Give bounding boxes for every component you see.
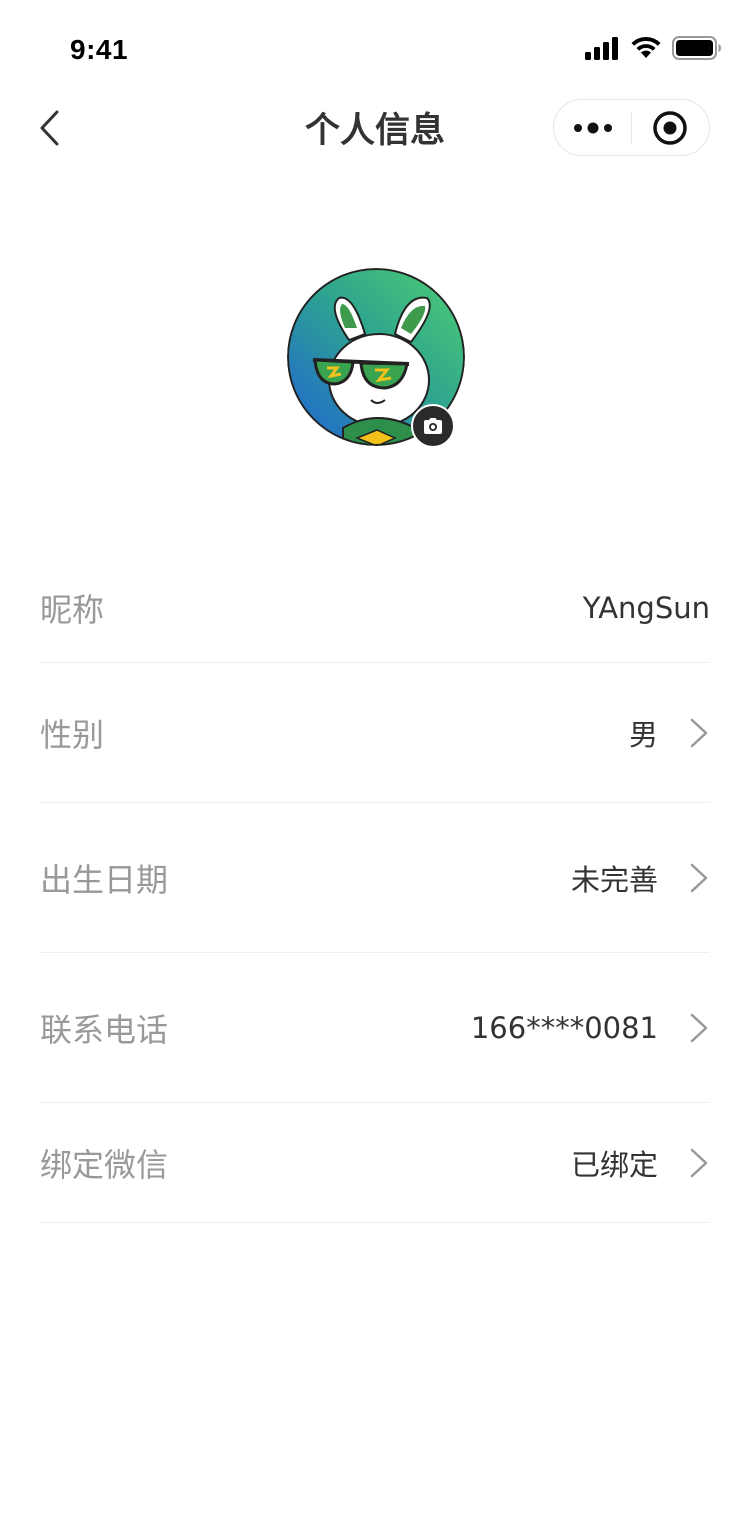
chevron-right-icon [690, 1013, 708, 1042]
status-icons [584, 34, 722, 62]
chevron-right-icon [690, 1148, 708, 1177]
nickname-label: 昵称 [40, 591, 105, 629]
more-dots-icon [573, 122, 612, 133]
gender-value: 男 [628, 717, 658, 752]
gender-row[interactable]: 性别 男 [40, 663, 710, 803]
camera-badge[interactable] [411, 404, 455, 448]
phone-value: 166****0081 [470, 1010, 658, 1045]
mini-program-capsule [553, 99, 710, 156]
chevron-right-icon [690, 718, 708, 747]
camera-icon [424, 418, 442, 434]
signal-icon [585, 37, 618, 60]
more-button[interactable] [554, 100, 631, 155]
target-circle-icon [653, 110, 688, 145]
profile-info-list: 昵称 YAngSun 性别 男 出生日期 未完善 联系电话 166****008… [40, 548, 710, 1223]
birthday-label: 出生日期 [40, 860, 169, 899]
close-mini-program-button[interactable] [632, 100, 709, 155]
avatar-upload[interactable] [287, 268, 465, 448]
phone-row[interactable]: 联系电话 166****0081 [40, 953, 710, 1103]
nickname-value: YAngSun [582, 591, 710, 625]
nickname-row: 昵称 YAngSun [40, 548, 710, 663]
status-bar: 9:41 [0, 0, 750, 88]
chevron-right-icon [690, 863, 708, 892]
phone-label: 联系电话 [40, 1010, 169, 1049]
wechat-binding-row[interactable]: 绑定微信 已绑定 [40, 1103, 710, 1223]
birthday-value: 未完善 [570, 862, 658, 897]
status-time: 9:41 [70, 34, 129, 65]
wechat-binding-value: 已绑定 [570, 1147, 658, 1182]
nav-bar: 个人信息 [0, 88, 750, 166]
wifi-icon [631, 36, 661, 58]
gender-label: 性别 [40, 715, 105, 754]
battery-icon [672, 36, 721, 60]
wechat-binding-label: 绑定微信 [40, 1145, 169, 1184]
birthday-row[interactable]: 出生日期 未完善 [40, 803, 710, 953]
